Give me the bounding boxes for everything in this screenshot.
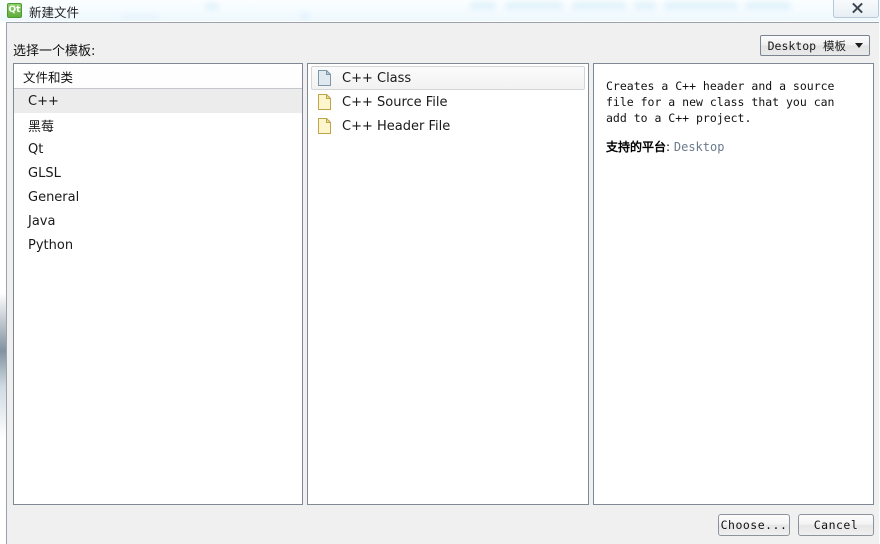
file-icon-yellow xyxy=(318,118,331,134)
templates-panel: C++ Class C++ Source File C++ Header Fil… xyxy=(307,63,589,505)
template-prompt-label: 选择一个模板: xyxy=(13,44,96,59)
title-bar[interactable]: Qt 新建文件 xyxy=(0,0,880,21)
chevron-down-icon xyxy=(855,43,863,48)
template-filter-value: Desktop 模板 xyxy=(767,38,846,53)
sidebar-item-qt[interactable]: Qt xyxy=(14,137,302,161)
list-item-label: Python xyxy=(28,237,74,253)
list-item-label: GLSL xyxy=(28,165,61,181)
sidebar-item-cpp[interactable]: C++ xyxy=(14,89,302,113)
categories-header: 文件和类 xyxy=(14,64,302,89)
categories-list[interactable]: C++ 黑莓 Qt GLSL General Java Python xyxy=(14,89,302,257)
list-item-label: C++ Class xyxy=(342,70,412,86)
template-item-cpp-class[interactable]: C++ Class xyxy=(311,66,585,90)
close-icon xyxy=(851,2,862,13)
supported-platforms-value: Desktop xyxy=(673,140,725,154)
list-item-label: C++ xyxy=(28,93,59,109)
sidebar-item-glsl[interactable]: GLSL xyxy=(14,161,302,185)
template-details-body: Creates a C++ header and a source file f… xyxy=(594,64,873,155)
list-item-label: 黑莓 xyxy=(28,119,55,135)
dialog-body: 选择一个模板: Desktop 模板 文件和类 C++ 黑莓 Qt GLSL G… xyxy=(6,22,879,544)
template-description: Creates a C++ header and a source file f… xyxy=(606,79,835,125)
sidebar-item-blackberry[interactable]: 黑莓 xyxy=(14,113,302,137)
supported-platforms-label: 支持的平台 xyxy=(606,140,667,154)
list-item-label: Java xyxy=(28,213,56,229)
window-title: 新建文件 xyxy=(29,5,80,20)
aero-glass-backdrop xyxy=(0,0,880,21)
new-file-dialog-window: Qt 新建文件 选择一个模板: Desktop 模板 文件和类 C++ 黑莓 Q… xyxy=(0,0,880,544)
templates-list[interactable]: C++ Class C++ Source File C++ Header Fil… xyxy=(308,64,588,138)
qt-logo-icon: Qt xyxy=(7,3,22,18)
list-item-label: General xyxy=(28,189,80,205)
template-item-cpp-source-file[interactable]: C++ Source File xyxy=(311,90,585,114)
list-item-label: C++ Header File xyxy=(342,118,451,134)
supported-platforms-row: 支持的平台: Desktop xyxy=(606,139,861,155)
file-icon-yellow xyxy=(318,94,331,110)
list-item-label: C++ Source File xyxy=(342,94,448,110)
template-item-cpp-header-file[interactable]: C++ Header File xyxy=(311,114,585,138)
sidebar-item-python[interactable]: Python xyxy=(14,233,302,257)
list-item-label: Qt xyxy=(28,141,44,157)
template-filter-combobox[interactable]: Desktop 模板 xyxy=(759,35,870,56)
supported-platforms-separator: : xyxy=(666,140,674,154)
file-icon-blue xyxy=(318,70,331,86)
choose-button[interactable]: Choose... xyxy=(718,514,790,536)
categories-panel: 文件和类 C++ 黑莓 Qt GLSL General Java Python xyxy=(13,63,303,505)
sidebar-item-java[interactable]: Java xyxy=(14,209,302,233)
close-button[interactable] xyxy=(833,0,879,18)
cancel-button[interactable]: Cancel xyxy=(798,514,874,536)
template-details-panel: Creates a C++ header and a source file f… xyxy=(593,63,874,505)
sidebar-item-general[interactable]: General xyxy=(14,185,302,209)
